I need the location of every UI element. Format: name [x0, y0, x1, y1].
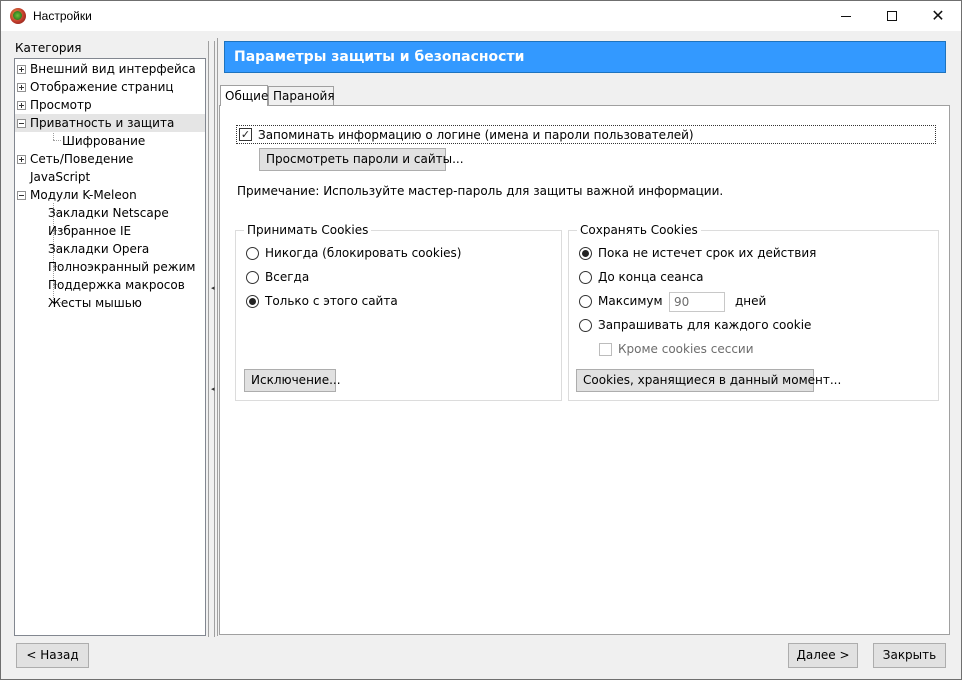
sidebar-item-label: Отображение страниц — [30, 80, 174, 94]
tree-connector — [53, 140, 61, 141]
view-passwords-button[interactable]: Просмотреть пароли и сайты... — [259, 148, 464, 171]
expand-icon[interactable] — [17, 65, 26, 74]
tab-page-general: ✓ Запоминать информацию о логине (имена … — [219, 105, 950, 635]
title-bar: Настройки ✕ — [1, 1, 961, 31]
except-session-label: Кроме cookies сессии — [618, 342, 754, 356]
close-window-button[interactable]: ✕ — [915, 1, 961, 31]
category-tree[interactable]: Внешний вид интерфейса Отображение стран… — [14, 58, 206, 636]
expand-icon[interactable] — [17, 101, 26, 110]
keep-maximum-label[interactable]: Максимум — [598, 294, 663, 308]
sidebar-item-label: Приватность и защита — [30, 116, 175, 130]
sidebar-item-label: Модули K-Meleon — [30, 188, 137, 202]
keep-session-radio[interactable] — [579, 271, 592, 284]
remember-login-label[interactable]: Запоминать информацию о логине (имена и … — [258, 128, 694, 142]
tree-connector — [53, 131, 54, 140]
except-session-checkbox[interactable] — [599, 343, 612, 356]
master-password-note: Примечание: Используйте мастер-пароль дл… — [237, 184, 724, 198]
accept-never-radio[interactable] — [246, 247, 259, 260]
panel-splitter[interactable]: ◂ ◂ — [208, 41, 216, 637]
accept-cookies-group: Принимать Cookies Никогда (блокировать c… — [235, 223, 562, 401]
settings-content: Параметры защиты и безопасности Общие Па… — [217, 38, 950, 636]
collapse-left-icon[interactable]: ◂ — [211, 284, 215, 292]
accept-this-site-radio[interactable] — [246, 295, 259, 308]
accept-cookies-title: Принимать Cookies — [244, 223, 372, 237]
keep-until-expire-radio[interactable] — [579, 247, 592, 260]
page-title: Параметры защиты и безопасности — [224, 41, 946, 73]
sidebar-item-label: JavaScript — [30, 170, 91, 184]
keep-ask-radio[interactable] — [579, 319, 592, 332]
close-button[interactable]: Закрыть — [873, 643, 946, 668]
minimize-icon — [841, 15, 851, 17]
sidebar-item-label: Сеть/Поведение — [30, 152, 134, 166]
settings-window: Настройки ✕ Категория Внешний вид интерф… — [0, 0, 962, 680]
sidebar-item-label: Просмотр — [30, 98, 92, 112]
sidebar-item-privacy[interactable]: Приватность и защита — [15, 114, 205, 132]
sidebar-item-label: Закладки Opera — [48, 242, 150, 256]
keep-maximum-radio[interactable] — [579, 295, 592, 308]
accept-never-label[interactable]: Никогда (блокировать cookies) — [265, 246, 461, 260]
keep-cookies-group: Сохранять Cookies Пока не истечет срок и… — [568, 223, 939, 401]
sidebar-item-label: Жесты мышью — [48, 296, 142, 310]
expand-icon[interactable] — [17, 83, 26, 92]
collapse-left-icon[interactable]: ◂ — [211, 385, 215, 393]
keep-until-expire-label[interactable]: Пока не истечет срок их действия — [598, 246, 816, 260]
days-unit-label: дней — [735, 294, 767, 308]
sidebar-item-label: Поддержка макросов — [48, 278, 185, 292]
accept-always-label[interactable]: Всегда — [265, 270, 309, 284]
maximize-button[interactable] — [869, 1, 915, 31]
sidebar-item-label: Полноэкранный режим — [48, 260, 196, 274]
category-label: Категория — [15, 41, 82, 55]
sidebar-item-label: Закладки Netscape — [48, 206, 169, 220]
splitter-line — [208, 41, 209, 637]
sidebar-item-label: Избранное IE — [48, 224, 132, 238]
window-title: Настройки — [33, 9, 92, 23]
maximize-icon — [887, 11, 897, 21]
expand-icon[interactable] — [17, 155, 26, 164]
sidebar-item-label: Внешний вид интерфейса — [30, 62, 196, 76]
current-cookies-button[interactable]: Cookies, хранящиеся в данный момент... — [576, 369, 841, 392]
back-button[interactable]: < Назад — [16, 643, 89, 668]
remember-login-checkbox[interactable]: ✓ — [239, 128, 252, 141]
sidebar-item-label: Шифрование — [62, 134, 146, 148]
next-button[interactable]: Далее > — [788, 643, 858, 668]
exceptions-button[interactable]: Исключение... — [244, 369, 341, 392]
splitter-line — [214, 41, 215, 637]
tab-paranoia[interactable]: Паранойя — [268, 86, 335, 106]
max-days-input[interactable]: 90 — [669, 292, 725, 312]
minimize-button[interactable] — [823, 1, 869, 31]
k-meleon-app-icon — [10, 8, 26, 24]
collapse-icon[interactable] — [17, 191, 26, 200]
keep-ask-label[interactable]: Запрашивать для каждого cookie — [598, 318, 811, 332]
accept-this-site-label[interactable]: Только с этого сайта — [265, 294, 398, 308]
keep-cookies-title: Сохранять Cookies — [577, 223, 701, 237]
collapse-icon[interactable] — [17, 119, 26, 128]
keep-session-label[interactable]: До конца сеанса — [598, 270, 703, 284]
close-icon: ✕ — [931, 6, 945, 25]
tab-general[interactable]: Общие — [220, 85, 268, 106]
accept-always-radio[interactable] — [246, 271, 259, 284]
